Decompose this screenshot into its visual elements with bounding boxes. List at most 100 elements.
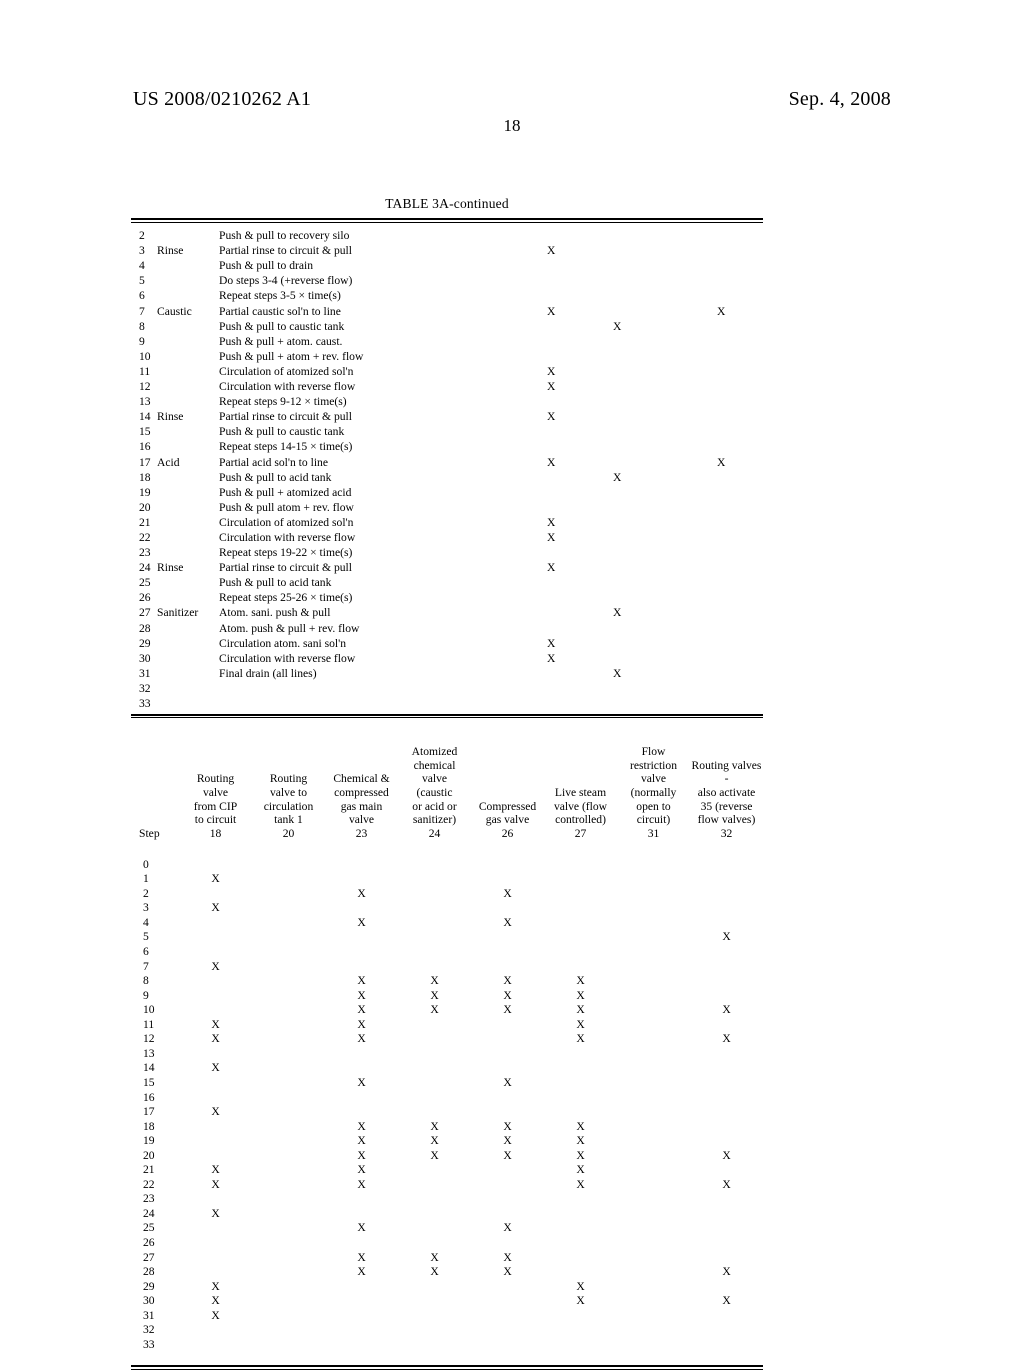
row-mark-valve-31 bbox=[617, 1336, 690, 1351]
row-mark-valve-20 bbox=[252, 1045, 325, 1060]
valve-table-wrapper: Step Routing valve from CIP to circuit 18 Ro… bbox=[131, 718, 763, 1365]
table-row: 11 X X X bbox=[131, 1016, 763, 1031]
row-phase bbox=[157, 272, 219, 287]
row-mark-valve-18 bbox=[179, 1321, 252, 1336]
row-mark-valve-27 bbox=[544, 1059, 617, 1074]
row-mark-valve-24 bbox=[398, 1219, 471, 1234]
row-step-number: 30 bbox=[139, 651, 151, 665]
table-row: 23 Repeat steps 19-22 × time(s) bbox=[131, 544, 763, 559]
row-mark-valve-24: X bbox=[430, 974, 439, 988]
row-mark-valve-20 bbox=[252, 1030, 325, 1045]
row-mark-valve-20 bbox=[252, 899, 325, 914]
row-mark-col1 bbox=[529, 287, 599, 302]
table-row: 23 bbox=[131, 1190, 763, 1205]
row-mark-valve-32 bbox=[690, 958, 763, 973]
table-row: 30 Circulation with reverse flow X bbox=[131, 649, 763, 664]
row-mark-valve-20 bbox=[252, 856, 325, 871]
row-mark-valve-20 bbox=[252, 1176, 325, 1191]
row-mark-valve-27 bbox=[544, 1336, 617, 1351]
row-phase bbox=[157, 347, 219, 362]
table-row: 27 Sanitizer Atom. sani. push & pull X bbox=[131, 604, 763, 619]
row-step-number: 6 bbox=[139, 289, 145, 303]
row-step-number: 11 bbox=[139, 364, 151, 378]
row-mark-col2 bbox=[599, 287, 655, 302]
row-mark-valve-26: X bbox=[503, 1075, 512, 1089]
row-mark-valve-26 bbox=[471, 1234, 544, 1249]
row-mark-valve-18 bbox=[179, 1336, 252, 1351]
row-mark-valve-31 bbox=[617, 1176, 690, 1191]
row-mark-valve-32: X bbox=[722, 1177, 731, 1191]
row-mark-valve-26 bbox=[471, 1205, 544, 1220]
row-mark-valve-20 bbox=[252, 1205, 325, 1220]
table-row: 12 X X X X bbox=[131, 1030, 763, 1045]
row-mark-col3 bbox=[655, 287, 763, 302]
table-row: 13 Repeat steps 9-12 × time(s) bbox=[131, 393, 763, 408]
table-row: 30 X X X bbox=[131, 1292, 763, 1307]
row-step-number: 29 bbox=[143, 1279, 155, 1293]
row-mark-valve-23 bbox=[325, 1321, 398, 1336]
row-mark-valve-27: X bbox=[576, 1003, 585, 1017]
row-step-number: 4 bbox=[143, 915, 149, 929]
row-description: Repeat steps 14-15 × time(s) bbox=[219, 440, 353, 454]
row-mark-valve-23 bbox=[325, 1307, 398, 1322]
row-mark-valve-24 bbox=[398, 943, 471, 958]
spacer-cell bbox=[617, 1350, 690, 1365]
valve-table: Step Routing valve from CIP to circuit 18 Ro… bbox=[131, 718, 763, 1365]
row-phase bbox=[157, 619, 219, 634]
row-mark-valve-23 bbox=[325, 1292, 398, 1307]
row-mark-valve-23: X bbox=[357, 988, 366, 1002]
row-mark-valve-26 bbox=[471, 1307, 544, 1322]
row-mark-valve-18 bbox=[179, 972, 252, 987]
row-mark-valve-27 bbox=[544, 1249, 617, 1264]
row-step-number: 4 bbox=[139, 259, 145, 273]
row-mark-col1 bbox=[529, 619, 599, 634]
column-header-step: Step bbox=[139, 826, 160, 840]
row-mark-valve-18 bbox=[179, 929, 252, 944]
row-mark-valve-32 bbox=[690, 1321, 763, 1336]
column-header-valve-32: Routing valves - also activate 35 (reverse… bbox=[691, 758, 762, 840]
row-mark-valve-32 bbox=[690, 1118, 763, 1133]
row-mark-valve-32: X bbox=[722, 1294, 731, 1308]
row-mark-col2 bbox=[599, 453, 655, 468]
row-step-number: 15 bbox=[139, 425, 151, 439]
row-mark-valve-20 bbox=[252, 1190, 325, 1205]
row-mark-col1 bbox=[529, 483, 599, 498]
row-step-number: 18 bbox=[139, 470, 151, 484]
row-mark-col1 bbox=[529, 223, 599, 242]
row-mark-col3 bbox=[655, 408, 763, 423]
row-mark-valve-20 bbox=[252, 1016, 325, 1031]
table-row: 20 Push & pull atom + rev. flow bbox=[131, 498, 763, 513]
row-mark-valve-27: X bbox=[576, 1032, 585, 1046]
row-mark-valve-20 bbox=[252, 1219, 325, 1234]
table-row: 3X bbox=[131, 899, 763, 914]
row-mark-valve-24 bbox=[398, 1089, 471, 1104]
row-mark-valve-32 bbox=[690, 972, 763, 987]
publication-date: Sep. 4, 2008 bbox=[788, 88, 891, 110]
row-mark-col3 bbox=[655, 574, 763, 589]
row-phase bbox=[157, 498, 219, 513]
row-description: Circulation of atomized sol'n bbox=[219, 364, 354, 378]
row-mark-valve-26: X bbox=[503, 1134, 512, 1148]
row-mark-valve-32 bbox=[690, 1336, 763, 1351]
row-phase bbox=[157, 423, 219, 438]
table-row: 25 Push & pull to acid tank bbox=[131, 574, 763, 589]
table-row: 2 Push & pull to recovery silo bbox=[131, 223, 763, 242]
row-description: Push & pull + atomized acid bbox=[219, 485, 352, 499]
spacer-cell bbox=[252, 1350, 325, 1365]
table-3a-continued: 2 Push & pull to recovery silo 3 Rinse Parti… bbox=[131, 223, 763, 714]
row-description: Push & pull + atom. caust. bbox=[219, 334, 343, 348]
row-mark-valve-18: X bbox=[211, 1061, 220, 1075]
row-mark-valve-31 bbox=[617, 1147, 690, 1162]
row-step-number: 24 bbox=[143, 1206, 155, 1220]
row-step-number: 13 bbox=[143, 1046, 155, 1060]
row-description: Push & pull + atom + rev. flow bbox=[219, 349, 364, 363]
row-mark-valve-18 bbox=[179, 885, 252, 900]
table-row: 3 Rinse Partial rinse to circuit & pull X bbox=[131, 242, 763, 257]
row-step-number: 13 bbox=[139, 395, 151, 409]
table-row: 1X bbox=[131, 870, 763, 885]
row-mark-valve-24 bbox=[398, 1161, 471, 1176]
row-mark-col2 bbox=[599, 302, 655, 317]
row-mark-col2 bbox=[599, 649, 655, 664]
row-mark-valve-26 bbox=[471, 943, 544, 958]
row-mark-valve-31 bbox=[617, 1321, 690, 1336]
